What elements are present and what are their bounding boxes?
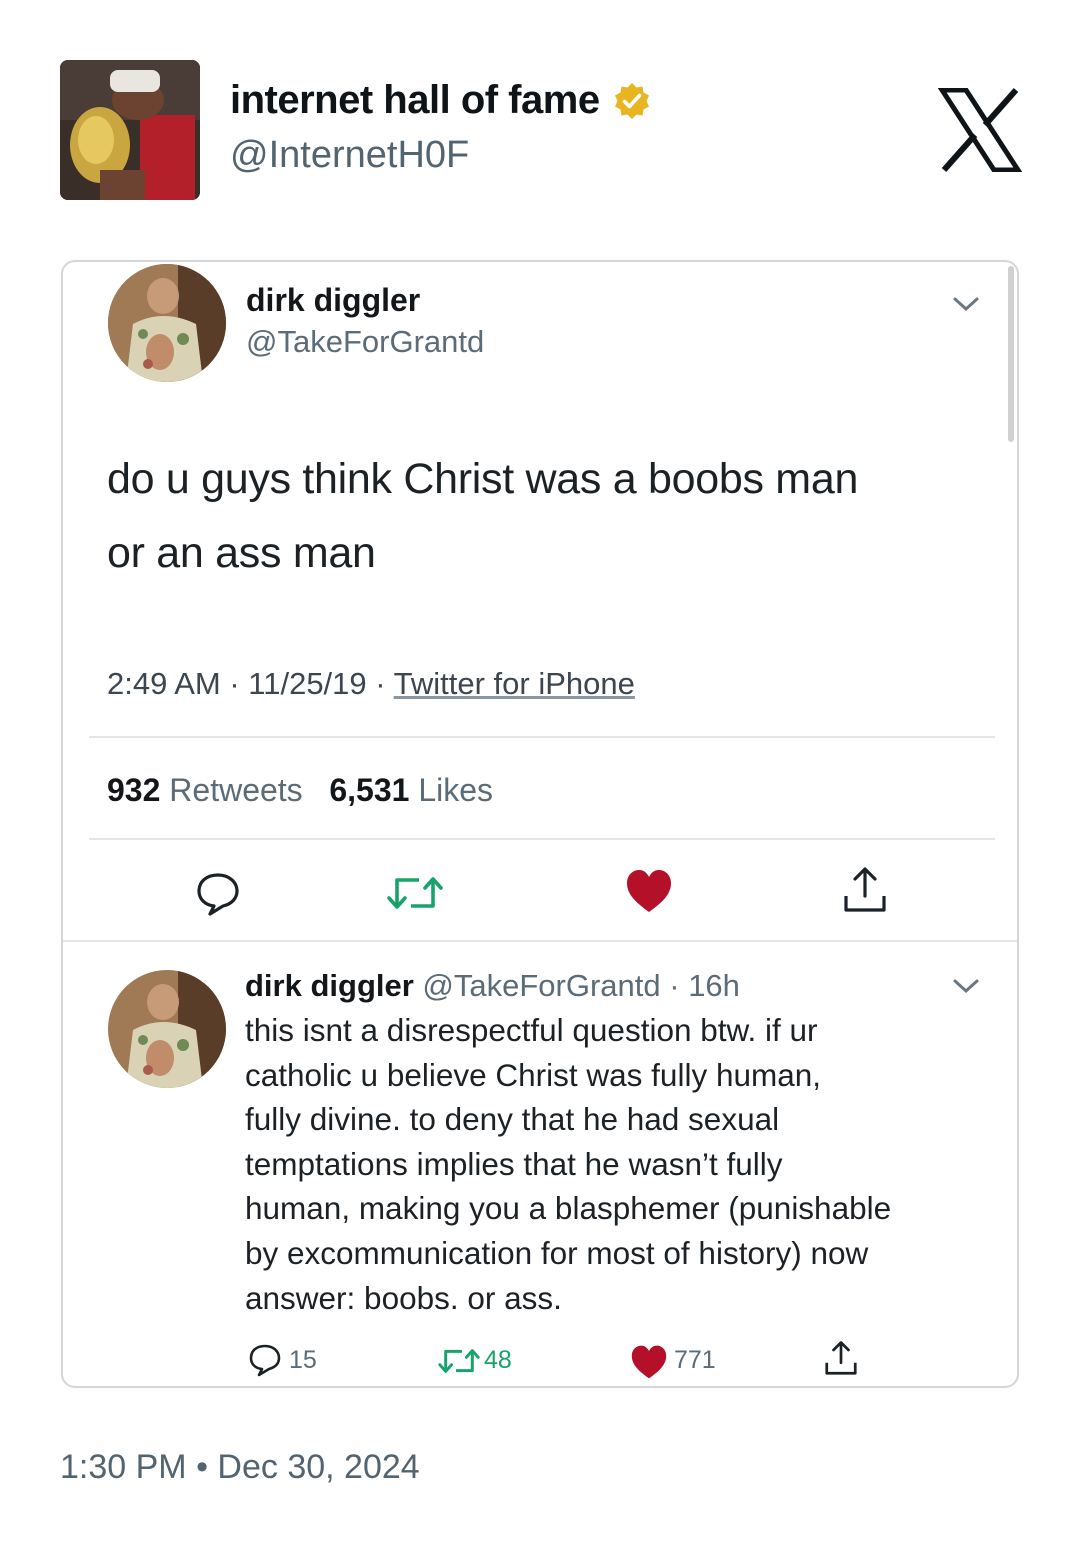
scrollbar[interactable] xyxy=(1008,266,1014,442)
quoted-tweet-text: do u guys think Christ was a boobs man o… xyxy=(107,442,987,590)
chevron-down-icon[interactable] xyxy=(951,294,981,314)
quoted-author-name[interactable]: dirk diggler xyxy=(246,282,420,319)
share-icon[interactable] xyxy=(823,1340,859,1378)
avatar-photo xyxy=(108,264,226,382)
reply-header: dirk diggler @TakeForGrantd · 16h xyxy=(245,968,740,1004)
author-avatar[interactable] xyxy=(60,60,200,200)
retweets-label[interactable]: Retweets xyxy=(160,772,302,808)
divider xyxy=(89,838,995,840)
reply-line: answer: boobs. or ass. xyxy=(245,1279,562,1316)
reply-line: human, making you a blasphemer (punishab… xyxy=(245,1190,892,1227)
retweet-icon[interactable] xyxy=(435,1344,483,1378)
avatar-photo xyxy=(108,970,226,1088)
quoted-author-handle[interactable]: @TakeForGrantd xyxy=(246,324,484,360)
avatar-photo xyxy=(60,60,200,200)
reply-author-avatar[interactable] xyxy=(108,970,226,1088)
divider xyxy=(89,736,995,738)
tweet-stats: 932 Retweets 6,531 Likes xyxy=(107,772,493,809)
reply-line: catholic u believe Christ was fully huma… xyxy=(245,1056,822,1093)
author-handle[interactable]: @InternetH0F xyxy=(230,134,469,177)
quoted-screenshot: dirk diggler @TakeForGrantd do u guys th… xyxy=(61,260,1019,1388)
tweet-meta: 2:49 AM · 11/25/19 · Twitter for iPhone xyxy=(107,666,635,702)
tweet-source-link[interactable]: Twitter for iPhone xyxy=(394,666,635,701)
quoted-tweet-line: do u guys think Christ was a boobs man xyxy=(107,455,859,503)
tweet-time-date: 2:49 AM · 11/25/19 · xyxy=(107,666,394,701)
reply-author-handle[interactable]: @TakeForGrantd · 16h xyxy=(414,968,740,1003)
reply-count: 15 xyxy=(289,1346,317,1374)
likes-label[interactable]: Likes xyxy=(409,772,493,808)
quoted-tweet-line: or an ass man xyxy=(107,529,376,577)
reply-line: by excommunication for most of history) … xyxy=(245,1234,869,1271)
reply-line: fully divine. to deny that he had sexual xyxy=(245,1101,780,1138)
reply-text: this isnt a disrespectful question btw. … xyxy=(245,1008,985,1320)
x-logo-icon[interactable] xyxy=(938,88,1022,172)
like-icon[interactable] xyxy=(630,1344,668,1380)
share-icon[interactable] xyxy=(841,866,889,916)
reply-line: temptations implies that he wasn’t fully xyxy=(245,1145,783,1182)
like-count: 771 xyxy=(674,1346,716,1374)
author-name-text: internet hall of fame xyxy=(230,78,600,122)
divider xyxy=(63,940,1017,942)
reply-line: this isnt a disrespectful question btw. … xyxy=(245,1012,818,1048)
likes-count[interactable]: 6,531 xyxy=(329,772,409,808)
retweet-count: 48 xyxy=(484,1346,512,1374)
reply-icon[interactable] xyxy=(247,1342,283,1378)
like-icon[interactable] xyxy=(625,868,673,914)
reply-icon[interactable] xyxy=(193,868,243,918)
reply-author-name[interactable]: dirk diggler xyxy=(245,968,414,1003)
retweets-count[interactable]: 932 xyxy=(107,772,160,808)
author-name[interactable]: internet hall of fame xyxy=(230,78,652,123)
chevron-down-icon[interactable] xyxy=(951,976,981,996)
tweet-timestamp[interactable]: 1:30 PM • Dec 30, 2024 xyxy=(60,1448,420,1487)
verified-badge-icon xyxy=(614,82,649,119)
quoted-author-avatar[interactable] xyxy=(108,264,226,382)
retweet-icon[interactable] xyxy=(385,870,445,916)
